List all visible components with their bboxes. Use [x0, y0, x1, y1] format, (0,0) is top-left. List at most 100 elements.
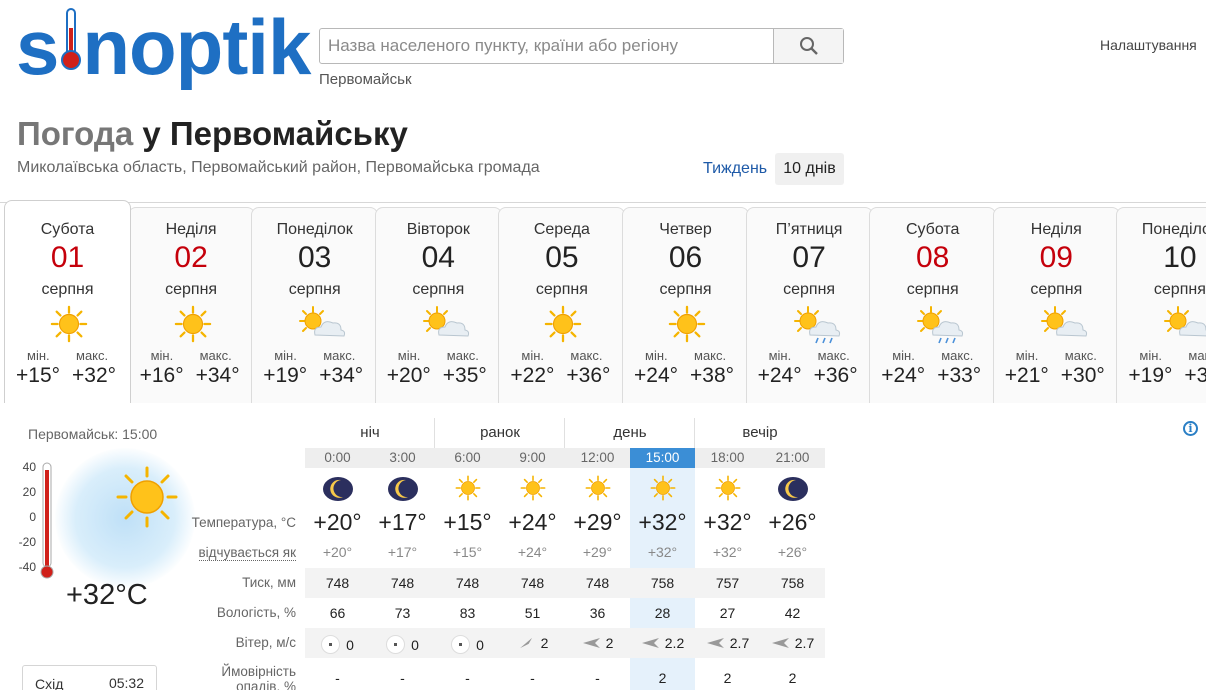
sun-icon: [435, 475, 500, 503]
day-month: серпня: [906, 281, 959, 298]
min-label: мін.: [27, 348, 50, 363]
hour-feels-like: +15°: [452, 544, 483, 560]
period-separator: [694, 418, 695, 448]
wind-speed: 2.2: [664, 635, 685, 651]
sun-cloud-icon: [1037, 305, 1087, 345]
max-temp: +32°: [72, 364, 117, 387]
day-month: серпня: [535, 281, 588, 298]
day-tab[interactable]: Середа 05 серпня мін. макс. +22° +36°: [498, 207, 626, 403]
site-logo[interactable]: s noptik: [16, 2, 311, 92]
period-label: вечір: [742, 424, 778, 441]
hour-feels-like: +26°: [777, 544, 808, 560]
day-month: серпня: [1153, 281, 1206, 298]
period-separator: [434, 418, 435, 448]
max-temp: +35°: [442, 364, 487, 387]
day-tab[interactable]: Неділя 09 серпня мін. макс. +21° +30°: [992, 207, 1120, 403]
hour-label: 0:00: [305, 448, 370, 468]
sun-icon: [630, 475, 695, 503]
max-label: макс.: [323, 348, 356, 363]
min-temp: +24°: [881, 364, 926, 387]
hour-label: 9:00: [500, 448, 565, 468]
feels-like-link[interactable]: відчувається як: [198, 545, 296, 561]
hour-humidity: 66: [329, 605, 346, 621]
search-icon: [799, 37, 818, 55]
hour-wind: 0: [370, 635, 435, 654]
hour-pressure: 758: [650, 575, 675, 591]
hour-temperature: +20°: [313, 509, 362, 535]
max-label: макс.: [941, 348, 974, 363]
hour-feels-like: +32°: [712, 544, 743, 560]
ten-days-view-button[interactable]: 10 днів: [775, 153, 844, 185]
min-label: мін.: [150, 348, 174, 363]
hour-wind: 2.7: [695, 635, 760, 651]
day-tab[interactable]: Субота 01 серпня мін. макс. +15° +32°: [4, 200, 131, 403]
min-label: мін.: [768, 348, 792, 363]
day-number: 06: [668, 241, 703, 274]
max-label: макс.: [570, 348, 603, 363]
day-tab[interactable]: Субота 08 серпня мін. макс. +24° +33°: [869, 207, 997, 403]
wind-speed: 2.7: [729, 635, 750, 651]
scale-tick: 0: [29, 510, 36, 524]
day-tab[interactable]: Неділя 02 серпня мін. макс. +16° +34°: [127, 207, 255, 403]
day-name: Понеділок: [1141, 221, 1206, 238]
logo-text-rest: noptik: [82, 3, 311, 91]
day-number: 01: [50, 241, 85, 274]
min-label: мін.: [521, 348, 545, 363]
min-temp: +19°: [1128, 364, 1173, 387]
wind-calm-icon: [386, 635, 406, 654]
settings-link[interactable]: Налаштування: [1100, 37, 1197, 53]
max-label: макс.: [76, 348, 109, 363]
day-tab[interactable]: Понеділок 03 серпня мін. макс. +19° +34°: [251, 207, 379, 403]
hour-feels-like: +17°: [387, 544, 418, 560]
info-icon[interactable]: i: [1183, 421, 1198, 436]
feels-like-row-label[interactable]: відчувається як: [160, 545, 296, 561]
week-view-link[interactable]: Тиждень: [703, 160, 767, 178]
hour-wind: 0: [305, 635, 370, 654]
hour-precipitation: -: [335, 670, 340, 686]
max-label: макс.: [694, 348, 727, 363]
wind-calm-icon: [321, 635, 341, 654]
sun-icon: [172, 305, 214, 345]
day-tab[interactable]: Вівторок 04 серпня мін. макс. +20° +35°: [374, 207, 502, 403]
day-tab[interactable]: Понеділок 10 серпня мін. макс. +19° +3: [1116, 207, 1206, 403]
hour-temperature: +15°: [443, 509, 492, 535]
recent-search-link[interactable]: Первомайськ: [319, 71, 412, 88]
hour-label: 15:00: [630, 448, 695, 468]
max-temp: +36°: [813, 364, 858, 387]
min-temp: +16°: [139, 364, 184, 387]
day-name: Середа: [533, 221, 590, 238]
hour-humidity: 36: [589, 605, 606, 621]
max-label: макс.: [1188, 348, 1206, 363]
search-input[interactable]: [320, 29, 773, 63]
humidity-row-label: Вологість, %: [216, 605, 296, 620]
min-temp: +20°: [386, 364, 431, 387]
wind-direction-icon: [641, 635, 665, 651]
hour-humidity: 28: [654, 605, 671, 621]
hour-temperature: +32°: [638, 509, 687, 535]
day-tab[interactable]: П’ятниця 07 серпня мін. макс. +24° +36°: [745, 207, 873, 403]
sun-cloud-rain-icon: [913, 305, 964, 345]
wind-row-label: Вітер, м/с: [235, 635, 296, 650]
day-tabs: Субота 01 серпня мін. макс. +15° +32° Неділя 02 с…: [4, 200, 1206, 405]
current-place-time: Первомайськ: 15:00: [28, 426, 158, 442]
logo-text-s: s: [16, 3, 59, 91]
min-temp: +24°: [757, 364, 802, 387]
hour-pressure: 748: [520, 575, 545, 591]
sun-icon: [48, 305, 90, 345]
day-tab[interactable]: Четвер 06 серпня мін. макс. +24° +38°: [622, 207, 749, 403]
wind-direction-icon: [771, 635, 795, 651]
hour-temperature: +26°: [768, 509, 817, 535]
hour-feels-like: +20°: [322, 544, 353, 560]
min-label: мін.: [645, 348, 668, 363]
min-temp: +15°: [16, 364, 61, 387]
hour-precipitation: 2: [658, 670, 667, 686]
wind-speed: 2.7: [794, 635, 815, 651]
day-month: серпня: [41, 281, 94, 298]
hour-temperature: +29°: [573, 509, 622, 535]
period-label: день: [613, 424, 647, 441]
search-button[interactable]: [773, 29, 843, 63]
temperature-row-label: Температура, °C: [191, 515, 296, 530]
max-temp: +38°: [690, 364, 735, 387]
wind-calm-icon: [451, 635, 471, 654]
max-label: макс.: [199, 348, 232, 363]
